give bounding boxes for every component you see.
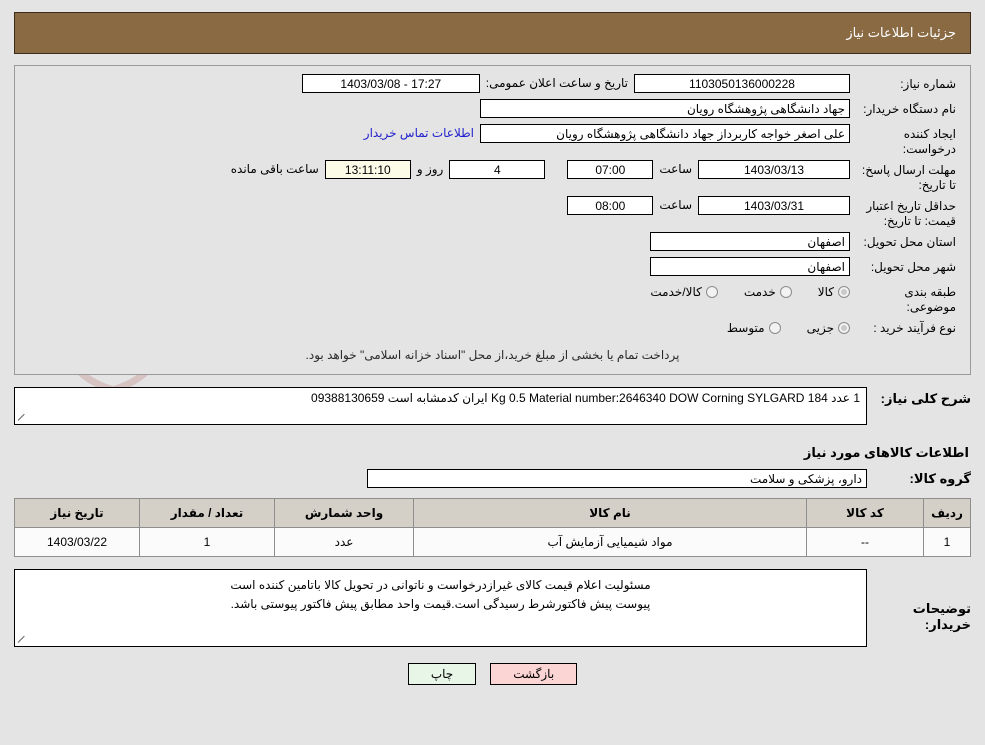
remaining-days-field: 4 bbox=[449, 160, 546, 179]
cell-qty: 1 bbox=[139, 527, 275, 557]
page-title: جزئیات اطلاعات نیاز bbox=[846, 25, 956, 40]
row-goods-group: گروه کالا: دارو، پزشکی و سلامت bbox=[14, 467, 971, 498]
subject-category-radio-group[interactable]: کالا خدمت کالا/خدمت bbox=[624, 282, 850, 302]
goods-table: ردیف کد کالا نام کالا واحد شمارش تعداد /… bbox=[14, 498, 971, 557]
buyer-org-label: نام دستگاه خریدار: bbox=[863, 102, 956, 116]
row-reply-deadline: مهلت ارسال پاسخ: تا تاریخ: 1403/03/13 سا… bbox=[23, 160, 962, 193]
radio-dot-icon[interactable] bbox=[705, 286, 718, 298]
resize-grip-icon[interactable] bbox=[17, 635, 27, 645]
radio-process-jozii[interactable]: جزیی bbox=[807, 319, 850, 338]
row-delivery-city: شهر محل تحویل: اصفهان bbox=[23, 257, 962, 279]
row-request-creator: ایجاد کننده درخواست: علی اصغر خواجه کارب… bbox=[23, 124, 962, 157]
radio-dot-icon[interactable] bbox=[779, 286, 792, 298]
radio-subject-khedmat[interactable]: خدمت bbox=[744, 283, 792, 302]
radio-dot-icon[interactable] bbox=[838, 322, 850, 334]
print-button[interactable]: چاپ bbox=[407, 663, 477, 685]
price-validity-time-label: ساعت bbox=[659, 198, 692, 212]
col-radif: ردیف bbox=[923, 498, 971, 528]
cell-code: -- bbox=[806, 527, 924, 557]
col-unit: واحد شمارش bbox=[274, 498, 414, 528]
subject-category-label: طبقه بندی موضوعی: bbox=[904, 285, 956, 314]
summary-label: شرح کلی نیاز: bbox=[880, 391, 971, 406]
announce-datetime-label: تاریخ و ساعت اعلان عمومی: bbox=[485, 76, 628, 90]
price-validity-date-field[interactable]: 1403/03/31 bbox=[698, 196, 850, 215]
delivery-province-label: استان محل تحویل: bbox=[863, 235, 956, 249]
buyer-org-field[interactable]: جهاد دانشگاهی پژوهشگاه رویان bbox=[480, 99, 850, 118]
row-need-number: شماره نیاز: 1103050136000228 تاریخ و ساع… bbox=[23, 74, 962, 96]
col-qty: تعداد / مقدار bbox=[139, 498, 275, 528]
table-header-row: ردیف کد کالا نام کالا واحد شمارش تعداد /… bbox=[14, 498, 971, 528]
goods-section-heading: اطلاعات کالاهای مورد نیاز bbox=[803, 445, 969, 460]
row-delivery-province: استان محل تحویل: اصفهان bbox=[23, 232, 962, 254]
remaining-days-label: روز و bbox=[416, 162, 444, 176]
row-buyer-notes: توضیحات خریدار: مسئولیت اعلام قیمت کالای… bbox=[14, 557, 971, 647]
radio-process-motevaset[interactable]: متوسط bbox=[727, 319, 781, 338]
reply-deadline-date-field[interactable]: 1403/03/13 bbox=[698, 160, 850, 179]
radio-label: متوسط bbox=[726, 320, 765, 335]
page-header-bar: جزئیات اطلاعات نیاز bbox=[14, 12, 971, 54]
buyer-contact-link[interactable]: اطلاعات تماس خریدار bbox=[358, 124, 480, 143]
summary-textarea[interactable]: 1 عدد Kg 0.5 Material number:2646340 DOW… bbox=[14, 387, 867, 425]
delivery-city-label: شهر محل تحویل: bbox=[870, 260, 956, 274]
remaining-time-field: 13:11:10 bbox=[324, 160, 411, 179]
radio-dot-icon[interactable] bbox=[768, 322, 781, 334]
radio-label: کالا/خدمت bbox=[650, 284, 702, 299]
request-creator-label: ایجاد کننده درخواست: bbox=[902, 127, 956, 156]
price-validity-label: حداقل تاریخ اعتبار قیمت: تا تاریخ: bbox=[866, 199, 956, 228]
radio-subject-kala-khedmat[interactable]: کالا/خدمت bbox=[650, 283, 718, 302]
summary-section: شرح کلی نیاز: 1 عدد Kg 0.5 Material numb… bbox=[14, 381, 971, 429]
cell-name: مواد شیمیایی آزمایش آب bbox=[413, 527, 807, 557]
reply-deadline-time-label: ساعت bbox=[659, 162, 692, 176]
radio-label: جزیی bbox=[806, 320, 834, 335]
radio-label: خدمت bbox=[743, 284, 776, 299]
row-price-validity: حداقل تاریخ اعتبار قیمت: تا تاریخ: 1403/… bbox=[23, 196, 962, 229]
need-number-label: شماره نیاز: bbox=[900, 77, 956, 91]
cell-radif: 1 bbox=[923, 527, 971, 557]
delivery-province-field[interactable]: اصفهان bbox=[650, 232, 850, 251]
need-info-panel: شماره نیاز: 1103050136000228 تاریخ و ساع… bbox=[14, 65, 971, 375]
radio-subject-kala[interactable]: کالا bbox=[818, 283, 850, 302]
table-row[interactable]: 1 -- مواد شیمیایی آزمایش آب عدد 1 1403/0… bbox=[14, 527, 971, 557]
goods-group-label: گروه کالا: bbox=[909, 470, 971, 486]
button-bar: بازگشت چاپ bbox=[14, 647, 971, 685]
row-subject-category: طبقه بندی موضوعی: کالا خدمت کالا/خدمت bbox=[23, 282, 962, 315]
payment-note: پرداخت تمام یا بخشی از مبلغ خرید،از محل … bbox=[305, 348, 680, 362]
back-button[interactable]: بازگشت bbox=[490, 663, 578, 685]
buyer-notes-line-2: پیوست پیش فاکتورشرط رسیدگی است.قیمت واحد… bbox=[230, 597, 651, 611]
radio-dot-icon[interactable] bbox=[838, 286, 850, 298]
goods-section: اطلاعات کالاهای مورد نیاز گروه کالا: دار… bbox=[14, 435, 971, 685]
announce-datetime-field[interactable]: 17:27 - 1403/03/08 bbox=[301, 74, 480, 93]
purchase-process-label: نوع فرآیند خرید : bbox=[873, 321, 956, 335]
request-creator-field[interactable]: علی اصغر خواجه کاربرداز جهاد دانشگاهی پژ… bbox=[480, 124, 850, 143]
buyer-notes-textarea[interactable]: مسئولیت اعلام قیمت کالای غیرازدرخواست و … bbox=[14, 569, 867, 647]
row-summary: شرح کلی نیاز: 1 عدد Kg 0.5 Material numb… bbox=[14, 381, 971, 429]
cell-unit: عدد bbox=[274, 527, 414, 557]
row-buyer-org: نام دستگاه خریدار: جهاد دانشگاهی پژوهشگا… bbox=[23, 99, 962, 121]
reply-deadline-time-field[interactable]: 07:00 bbox=[567, 160, 654, 179]
row-purchase-process: نوع فرآیند خرید : جزیی متوسط bbox=[23, 318, 962, 340]
reply-deadline-label: مهلت ارسال پاسخ: تا تاریخ: bbox=[861, 163, 956, 192]
summary-text: 1 عدد Kg 0.5 Material number:2646340 DOW… bbox=[311, 391, 860, 405]
price-validity-time-field[interactable]: 08:00 bbox=[567, 196, 654, 215]
purchase-process-radio-group[interactable]: جزیی متوسط bbox=[701, 318, 850, 338]
resize-grip-icon[interactable] bbox=[17, 413, 27, 423]
delivery-city-field[interactable]: اصفهان bbox=[650, 257, 850, 276]
radio-label: کالا bbox=[817, 284, 834, 299]
buyer-notes-label: توضیحات خریدار: bbox=[912, 601, 971, 632]
col-name: نام کالا bbox=[413, 498, 807, 528]
remaining-time-label: ساعت باقی مانده bbox=[230, 162, 319, 176]
col-need-date: تاریخ نیاز bbox=[14, 498, 140, 528]
cell-need-date: 1403/03/22 bbox=[14, 527, 140, 557]
need-number-field[interactable]: 1103050136000228 bbox=[634, 74, 850, 93]
goods-group-field[interactable]: دارو، پزشکی و سلامت bbox=[367, 469, 867, 488]
col-code: کد کالا bbox=[806, 498, 924, 528]
buyer-notes-line-1: مسئولیت اعلام قیمت کالای غیرازدرخواست و … bbox=[230, 578, 651, 592]
